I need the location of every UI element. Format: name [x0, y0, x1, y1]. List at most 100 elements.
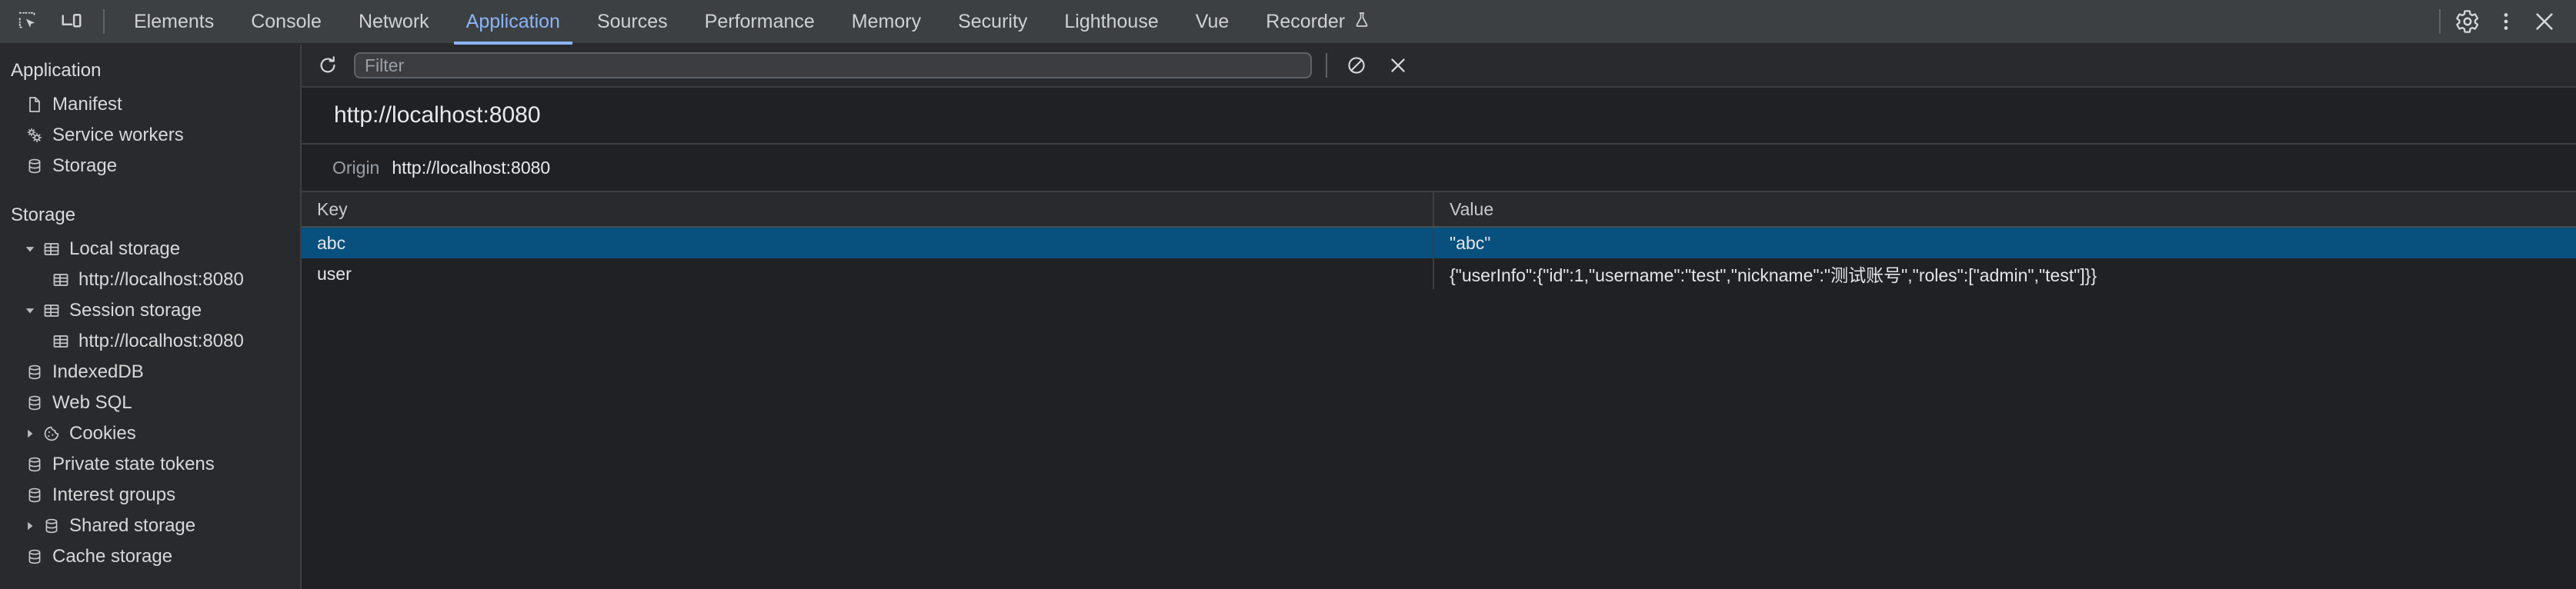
tab-label: Network	[358, 10, 429, 32]
sidebar-item-private-state-tokens[interactable]: Private state tokens	[0, 449, 300, 480]
table-body: abc "abc" user {"userInfo":{"id":1,"user…	[302, 228, 2576, 589]
sidebar-item-label: Interest groups	[52, 484, 176, 505]
origin-value: http://localhost:8080	[392, 157, 551, 178]
column-header-key[interactable]: Key	[302, 192, 1434, 226]
sidebar-item-service-workers[interactable]: Service workers	[0, 120, 300, 151]
tab-label: Memory	[851, 10, 922, 32]
tabbar-right-divider	[2439, 9, 2441, 34]
sidebar-item-storage[interactable]: Storage	[0, 151, 300, 181]
database-icon	[22, 157, 48, 175]
tab-security[interactable]: Security	[939, 0, 1046, 43]
chevron-down-icon[interactable]	[22, 244, 38, 255]
sidebar-item-label: Cookies	[69, 423, 136, 444]
table-header-row: Key Value	[302, 192, 2576, 228]
tab-performance[interactable]: Performance	[686, 0, 833, 43]
sidebar-item-session-storage-origin[interactable]: http://localhost:8080	[0, 326, 300, 357]
table-row[interactable]: abc "abc"	[302, 228, 2576, 258]
tab-application[interactable]: Application	[448, 0, 579, 45]
tab-vue[interactable]: Vue	[1177, 0, 1248, 43]
tab-lighthouse[interactable]: Lighthouse	[1046, 0, 1176, 43]
cookie-icon	[38, 424, 65, 443]
sidebar-item-label: Storage	[52, 155, 118, 176]
device-toolbar-icon[interactable]	[54, 4, 89, 39]
tabbar-tools	[0, 0, 115, 43]
sidebar-item-local-storage[interactable]: Local storage	[0, 234, 300, 265]
cell-value[interactable]: {"userInfo":{"id":1,"username":"test","n…	[1434, 258, 2576, 289]
kebab-menu-icon[interactable]	[2488, 4, 2524, 39]
tab-label: Performance	[704, 10, 815, 32]
origin-label: Origin	[332, 157, 380, 178]
cell-key[interactable]: abc	[302, 228, 1434, 258]
sidebar-item-web-sql[interactable]: Web SQL	[0, 388, 300, 418]
storage-main-panel: http://localhost:8080 Origin http://loca…	[302, 45, 2576, 589]
origin-row: Origin http://localhost:8080	[302, 145, 2576, 192]
table-row[interactable]: user {"userInfo":{"id":1,"username":"tes…	[302, 258, 2576, 289]
database-icon	[22, 486, 48, 504]
sidebar-item-cache-storage[interactable]: Cache storage	[0, 541, 300, 572]
close-icon[interactable]	[2527, 4, 2562, 39]
tab-label: Recorder	[1266, 10, 1346, 32]
tab-label: Sources	[596, 10, 668, 32]
sidebar-item-label: Session storage	[69, 300, 202, 321]
chevron-down-icon[interactable]	[22, 305, 38, 316]
sidebar-item-label: IndexedDB	[52, 361, 144, 382]
tab-elements[interactable]: Elements	[115, 0, 232, 43]
chevron-right-icon[interactable]	[22, 521, 38, 531]
inspect-element-icon[interactable]	[11, 4, 46, 39]
flask-experiment-icon	[1353, 11, 1371, 33]
database-icon	[22, 363, 48, 381]
tab-console[interactable]: Console	[232, 0, 340, 43]
tab-memory[interactable]: Memory	[833, 0, 939, 43]
devtools-body: Application Manifest Service workers Sto…	[0, 45, 2576, 589]
devtools-tabbar: Elements Console Network Application Sou…	[0, 0, 2576, 45]
devtools-window: Elements Console Network Application Sou…	[0, 0, 2576, 589]
sidebar-item-session-storage[interactable]: Session storage	[0, 295, 300, 326]
filterbar-divider	[1326, 53, 1327, 78]
sidebar-item-label: Web SQL	[52, 392, 132, 413]
cell-key[interactable]: user	[302, 258, 1434, 289]
document-icon	[22, 95, 48, 114]
storage-key-value-table: Key Value abc "abc" user {"userInfo":{"i…	[302, 192, 2576, 589]
filter-input[interactable]	[354, 52, 1312, 78]
sidebar-item-label: Service workers	[52, 125, 184, 145]
table-icon	[38, 301, 65, 320]
sidebar-item-label: Local storage	[69, 238, 181, 259]
sidebar-item-indexeddb[interactable]: IndexedDB	[0, 357, 300, 388]
sidebar-item-label: http://localhost:8080	[78, 269, 244, 290]
sidebar-item-cookies[interactable]: Cookies	[0, 418, 300, 449]
tab-sources[interactable]: Sources	[579, 0, 686, 43]
refresh-icon[interactable]	[312, 50, 343, 81]
tab-label: Application	[465, 10, 560, 32]
gears-icon	[22, 126, 48, 145]
tab-recorder[interactable]: Recorder	[1247, 0, 1390, 43]
sidebar-item-label: Private state tokens	[52, 454, 215, 474]
database-icon	[22, 394, 48, 412]
tab-label: Security	[958, 10, 1028, 32]
sidebar-item-local-storage-origin[interactable]: http://localhost:8080	[0, 265, 300, 295]
clear-all-icon[interactable]	[1341, 50, 1372, 81]
gear-icon[interactable]	[2450, 4, 2485, 39]
column-header-value[interactable]: Value	[1434, 192, 2576, 226]
cell-value[interactable]: "abc"	[1434, 228, 2576, 258]
application-sidebar: Application Manifest Service workers Sto…	[0, 45, 302, 589]
tabbar-divider	[103, 9, 105, 34]
database-icon	[22, 455, 48, 474]
panel-tabs: Elements Console Network Application Sou…	[115, 0, 1390, 45]
chevron-right-icon[interactable]	[22, 428, 38, 439]
sidebar-item-interest-groups[interactable]: Interest groups	[0, 480, 300, 511]
sidebar-item-manifest[interactable]: Manifest	[0, 89, 300, 120]
tabbar-spacer	[1390, 0, 2433, 43]
sidebar-item-label: http://localhost:8080	[78, 331, 244, 351]
storage-url-title: http://localhost:8080	[302, 88, 2576, 145]
table-icon	[48, 332, 74, 351]
tab-label: Console	[251, 10, 322, 32]
tab-label: Lighthouse	[1064, 10, 1159, 32]
tab-network[interactable]: Network	[340, 0, 448, 43]
database-icon	[22, 547, 48, 566]
sidebar-item-shared-storage[interactable]: Shared storage	[0, 511, 300, 541]
sidebar-section-application-title: Application	[11, 60, 102, 81]
delete-selected-icon[interactable]	[1383, 50, 1413, 81]
database-icon	[38, 517, 65, 535]
tabbar-right-actions	[2433, 0, 2576, 43]
